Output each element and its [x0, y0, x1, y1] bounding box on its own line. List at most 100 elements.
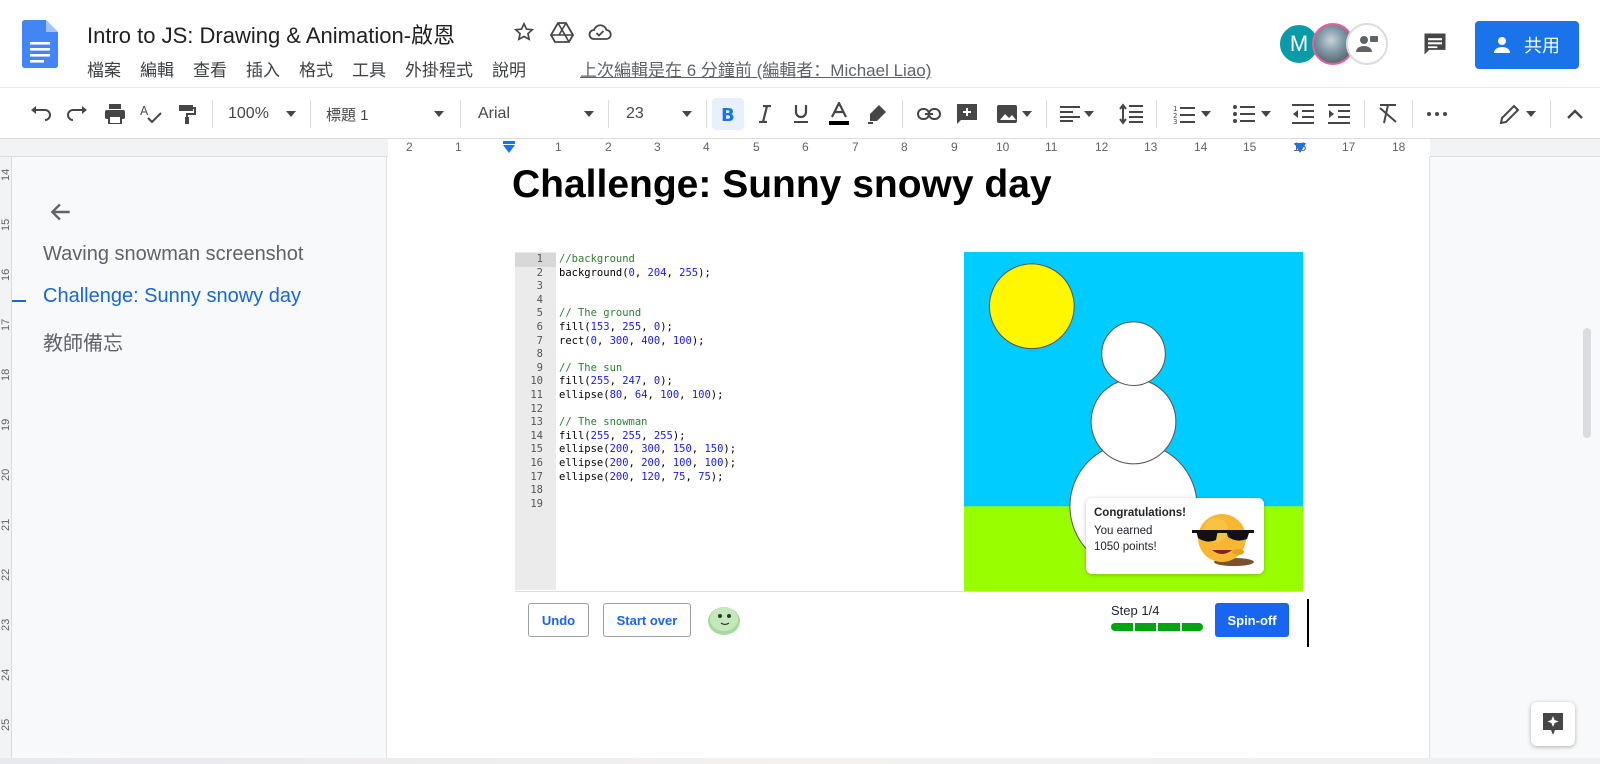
cloud-saved-icon[interactable] — [588, 20, 612, 44]
avatar[interactable] — [707, 604, 741, 636]
code-line: 17 ellipse(200, 120, 75, 75); — [515, 471, 955, 485]
sun-ellipse — [988, 263, 1075, 350]
print-icon[interactable] — [100, 98, 130, 130]
editor-controls: Undo Start over Step 1/4 Spin-off — [515, 591, 1303, 654]
font-size-select[interactable]: 23 — [620, 98, 698, 130]
toolbar-divider — [212, 100, 213, 128]
menu-insert[interactable]: 插入 — [246, 56, 280, 81]
svg-text:A: A — [140, 104, 149, 118]
redo-icon[interactable] — [62, 98, 92, 130]
share-button[interactable]: 共用 — [1475, 21, 1579, 69]
code-line: 18 — [515, 484, 955, 498]
line-number: 2 — [536, 266, 543, 279]
ruler-mark: 2 — [605, 140, 612, 154]
menu-file[interactable]: 檔案 — [87, 56, 121, 81]
clear-formatting-icon[interactable] — [1374, 98, 1404, 130]
menu-format[interactable]: 格式 — [299, 56, 333, 81]
insert-image-icon[interactable] — [990, 98, 1038, 130]
ruler-mark: 3 — [654, 140, 661, 154]
line-number: 3 — [536, 280, 543, 293]
italic-icon[interactable] — [750, 98, 780, 130]
insert-comment-icon[interactable] — [952, 98, 982, 130]
align-left-icon[interactable] — [1056, 98, 1098, 130]
comment-history-icon[interactable] — [1421, 30, 1449, 58]
star-icon[interactable] — [512, 20, 536, 44]
move-to-drive-icon[interactable] — [550, 20, 574, 44]
spellcheck-icon[interactable]: A — [136, 98, 166, 130]
line-number: 5 — [536, 307, 543, 320]
ruler-mark: 20 — [0, 468, 12, 481]
toolbar-divider — [1364, 100, 1365, 128]
menu-help[interactable]: 說明 — [492, 56, 526, 81]
ruler-mark: 23 — [0, 618, 12, 631]
increase-indent-icon[interactable] — [1324, 98, 1354, 130]
vertical-scrollbar[interactable] — [1583, 328, 1591, 438]
zoom-select[interactable]: 100% — [222, 98, 302, 130]
anonymous-users-icon[interactable] — [1346, 23, 1388, 65]
decrease-indent-icon[interactable] — [1288, 98, 1318, 130]
person-add-icon — [1494, 37, 1510, 53]
undo-icon[interactable] — [26, 98, 56, 130]
line-number: 9 — [536, 361, 543, 374]
chevron-down-icon — [1022, 111, 1032, 117]
text-color-icon[interactable] — [824, 98, 854, 130]
outline-item-waving-snowman[interactable]: Waving snowman screenshot — [43, 243, 304, 266]
code-line: 1//background — [515, 253, 955, 267]
google-docs-logo-icon[interactable] — [22, 20, 58, 68]
undo-button[interactable]: Undo — [528, 603, 589, 637]
right-indent-marker-icon[interactable] — [1293, 143, 1307, 155]
toolbar-divider — [706, 100, 707, 128]
underline-icon[interactable] — [786, 98, 816, 130]
outline-item-teacher-notes[interactable]: 教師備忘 — [43, 327, 123, 356]
ruler-mark: 5 — [753, 140, 760, 154]
code-line: 8 — [515, 348, 955, 362]
font-select[interactable]: Arial — [472, 98, 600, 130]
page-heading[interactable]: Challenge: Sunny snowy day — [512, 163, 1052, 207]
document-title[interactable]: Intro to JS: Drawing & Animation-啟恩 — [87, 18, 455, 50]
ruler-mark: 2 — [406, 140, 413, 154]
spin-off-button[interactable]: Spin-off — [1215, 603, 1289, 637]
ruler-mark: 22 — [0, 568, 12, 581]
embedded-screenshot[interactable]: 1//background 2 background(0, 204, 255); 3 4… — [515, 252, 1305, 654]
explore-button[interactable] — [1531, 702, 1575, 746]
more-options-icon[interactable] — [1422, 98, 1452, 130]
code-text: // The ground — [559, 307, 642, 320]
code-text: // The snowman — [559, 416, 648, 429]
code-text: ellipse(80, 64, 100, 100); — [559, 389, 724, 401]
chevron-down-icon — [1526, 111, 1536, 117]
numbered-list-icon[interactable]: 123 — [1168, 98, 1216, 130]
line-number: 11 — [530, 389, 543, 401]
ruler-mark: 1 — [455, 140, 462, 154]
chevron-up-icon[interactable] — [1560, 98, 1590, 130]
progress-segment — [1181, 623, 1203, 631]
outline-item-challenge[interactable]: Challenge: Sunny snowy day — [43, 285, 301, 308]
last-edit-link[interactable]: 上次編輯是在 6 分鐘前 (編輯者：Michael Liao) — [580, 56, 931, 81]
bold-icon[interactable]: B — [712, 98, 744, 130]
menu-view[interactable]: 查看 — [193, 56, 227, 81]
ruler-mark: 9 — [951, 140, 958, 154]
progress-segment — [1111, 623, 1133, 631]
paint-format-icon[interactable] — [172, 98, 202, 130]
document-outline: Waving snowman screenshot Challenge: Sun… — [12, 157, 385, 764]
back-arrow-icon[interactable] — [48, 199, 74, 225]
highlight-color-icon[interactable] — [862, 98, 892, 130]
menu-tools[interactable]: 工具 — [352, 56, 386, 81]
insert-link-icon[interactable] — [914, 98, 944, 130]
toolbar-divider — [902, 100, 903, 128]
menu-edit[interactable]: 編輯 — [140, 56, 174, 81]
progress-segment — [1134, 623, 1156, 631]
start-over-button[interactable]: Start over — [603, 603, 691, 637]
ruler-mark: 1 — [555, 140, 562, 154]
paragraph-style-select[interactable]: 標題 1 — [320, 98, 450, 130]
menu-addons[interactable]: 外掛程式 — [405, 56, 473, 81]
chevron-down-icon — [1201, 111, 1211, 117]
bulleted-list-icon[interactable] — [1228, 98, 1276, 130]
document-page[interactable]: Challenge: Sunny snowy day 1//background… — [386, 157, 1430, 764]
indent-marker-icon[interactable] — [502, 141, 516, 155]
horizontal-ruler[interactable]: 2 1 1 2 3 4 5 6 7 8 9 10 11 12 13 14 15 … — [0, 139, 1600, 157]
vertical-ruler[interactable]: 14 15 16 17 18 19 20 21 22 23 24 25 — [0, 157, 12, 764]
editing-mode-icon[interactable] — [1494, 98, 1542, 130]
code-line: 7 rect(0, 300, 400, 100); — [515, 335, 955, 349]
ruler-mark: 8 — [901, 140, 908, 154]
line-spacing-icon[interactable] — [1116, 98, 1146, 130]
